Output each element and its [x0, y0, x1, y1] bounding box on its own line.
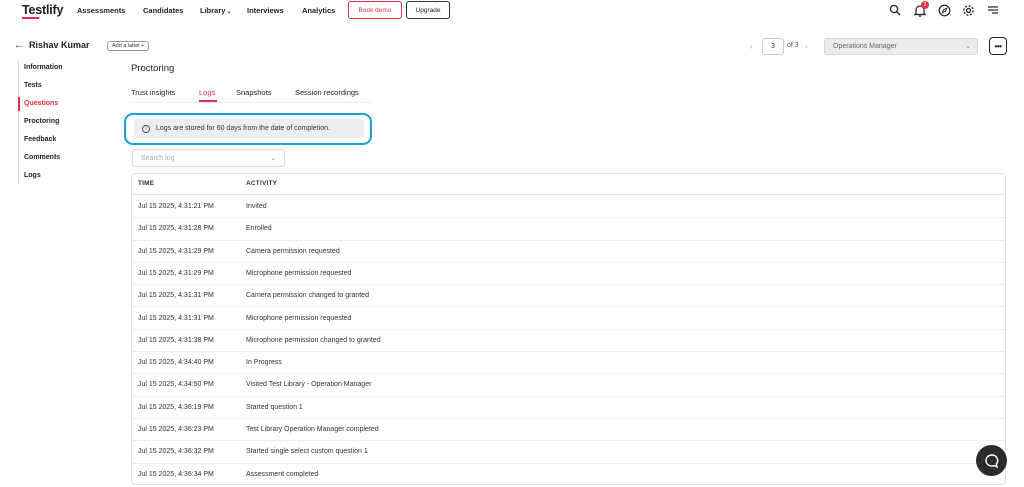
log-activity: Microphone permission requested [246, 269, 352, 277]
log-time: Jul 15 2025, 4:31:29 PM [138, 269, 214, 277]
chevron-down-icon: ⌄ [965, 43, 971, 50]
tab-snapshots[interactable]: Snapshots [236, 88, 271, 97]
table-row: Jul 15 2025, 4:31:29 PM Camera permission… [132, 241, 1005, 263]
back-arrow-icon[interactable]: ← [14, 40, 24, 51]
highlight-annotation [124, 113, 372, 145]
log-time: Jul 15 2025, 4:36:19 PM [138, 403, 214, 411]
log-time: Jul 15 2025, 4:36:23 PM [138, 426, 214, 433]
search-icon[interactable] [888, 3, 902, 17]
chat-support-button[interactable] [976, 445, 1007, 476]
log-activity: Camera permission requested [246, 247, 340, 255]
tabs-border [131, 102, 371, 103]
sidenav-item-logs[interactable]: Logs [24, 172, 41, 179]
log-time: Jul 15 2025, 4:31:38 PM [138, 336, 214, 344]
upgrade-button[interactable]: Upgrade [406, 1, 450, 19]
log-time: Jul 15 2025, 4:31:31 PM [138, 292, 214, 300]
top-navigation: Testlify Assessments Candidates Library⌄… [0, 0, 1024, 22]
sidenav-divider [18, 60, 19, 184]
logo-underline [22, 17, 39, 19]
role-select-value: Operations Manager [833, 43, 897, 50]
log-activity: Microphone permission requested [246, 314, 352, 322]
log-activity: Enrolled [246, 225, 272, 233]
nav-candidates[interactable]: Candidates [143, 6, 183, 15]
role-select[interactable]: Operations Manager ⌄ [824, 38, 978, 55]
sidenav-item-information[interactable]: Information [24, 64, 63, 71]
log-time: Jul 15 2025, 4:31:31 PM [138, 314, 214, 322]
sidenav-active-indicator [18, 97, 20, 111]
table-row: Jul 15 2025, 4:31:31 PM Camera permission… [132, 285, 1005, 308]
pager-total: of 3 [787, 42, 799, 49]
gear-icon[interactable] [961, 3, 975, 17]
table-row: Jul 15 2025, 4:31:28 PM Enrolled [132, 218, 1005, 241]
log-time: Jul 15 2025, 4:34:40 PM [138, 359, 214, 367]
table-row: Jul 15 2025, 4:31:29 PM Microphone permis… [132, 263, 1005, 286]
log-time: Jul 15 2025, 4:34:50 PM [138, 381, 214, 389]
app-logo[interactable]: Testlify [22, 3, 63, 17]
log-activity: Started single select custom question 1 [246, 448, 368, 456]
log-activity: Camera permission changed to granted [246, 292, 369, 300]
table-row: Jul 15 2025, 4:36:34 PM Assessment comple… [132, 464, 1005, 484]
header-time: TIME [138, 180, 155, 187]
notification-badge: 2 [921, 1, 929, 9]
tab-logs[interactable]: Logs [199, 88, 215, 97]
table-row: Jul 15 2025, 4:36:23 PM Test Library Oper… [132, 419, 1005, 442]
sidenav-item-proctoring[interactable]: Proctoring [24, 118, 59, 125]
tab-session-recordings[interactable]: Session recordings [295, 88, 359, 97]
pager-prev-icon[interactable]: ‹ [750, 42, 753, 51]
book-demo-button[interactable]: Book demo [348, 1, 402, 19]
table-row: Jul 15 2025, 4:34:40 PM In Progress [132, 352, 1005, 375]
tab-trust-insights[interactable]: Trust insights [131, 88, 175, 97]
chevron-down-icon: ⌄ [226, 9, 232, 15]
log-table-header: TIME ACTIVITY [132, 174, 1005, 195]
pager-current-input[interactable]: 3 [762, 38, 784, 55]
log-table: TIME ACTIVITY Jul 15 2025, 4:31:21 PM Inv… [131, 173, 1006, 485]
nav-library[interactable]: Library⌄ [200, 6, 231, 15]
chat-icon [984, 453, 998, 468]
menu-icon[interactable] [986, 3, 1000, 17]
sidenav-item-tests[interactable]: Tests [24, 82, 42, 89]
add-label-button[interactable]: Add a label + [107, 41, 150, 51]
sidenav-item-questions[interactable]: Questions [24, 100, 58, 107]
log-time: Jul 15 2025, 4:36:32 PM [138, 448, 214, 456]
table-row: Jul 15 2025, 4:34:50 PM Visited Test Libr… [132, 374, 1005, 397]
nav-library-label: Library [200, 6, 226, 15]
table-row: Jul 15 2025, 4:36:32 PM Started single se… [132, 441, 1005, 464]
section-title: Proctoring [131, 63, 175, 74]
log-activity: Test Library Operation Manager completed [246, 426, 379, 433]
search-log-select[interactable]: Search log ⌄ [132, 149, 285, 167]
nav-analytics[interactable]: Analytics [302, 6, 335, 15]
candidate-name: Rishav Kumar [29, 40, 90, 50]
table-row: Jul 15 2025, 4:31:38 PM Microphone permis… [132, 330, 1005, 353]
table-row: Jul 15 2025, 4:31:21 PM Invited [132, 196, 1005, 219]
sidenav-item-comments[interactable]: Comments [24, 154, 60, 161]
log-time: Jul 15 2025, 4:31:28 PM [138, 225, 214, 233]
log-time: Jul 15 2025, 4:31:29 PM [138, 247, 214, 255]
log-time: Jul 15 2025, 4:31:21 PM [138, 203, 214, 210]
chevron-down-icon: ⌄ [270, 155, 276, 162]
search-log-placeholder: Search log [141, 154, 175, 162]
active-tab-underline [199, 100, 217, 102]
log-activity: Started question 1 [246, 403, 303, 411]
log-activity: Invited [246, 203, 267, 210]
log-activity: Microphone permission changed to granted [246, 336, 381, 344]
log-activity: Visited Test Library - Operation Manager [246, 381, 372, 389]
more-options-button[interactable]: ••• [989, 37, 1007, 55]
table-row: Jul 15 2025, 4:31:31 PM Microphone permis… [132, 308, 1005, 330]
compass-icon[interactable] [937, 3, 951, 17]
log-time: Jul 15 2025, 4:36:34 PM [138, 470, 214, 478]
table-row: Jul 15 2025, 4:36:19 PM Started question … [132, 397, 1005, 419]
nav-assessments[interactable]: Assessments [77, 6, 125, 15]
header-activity: ACTIVITY [246, 180, 278, 187]
pager-next-icon[interactable]: › [805, 42, 808, 51]
nav-interviews[interactable]: Interviews [247, 6, 284, 15]
sidenav-item-feedback[interactable]: Feedback [24, 136, 56, 143]
log-activity: In Progress [246, 359, 282, 367]
log-activity: Assessment completed [246, 470, 319, 478]
